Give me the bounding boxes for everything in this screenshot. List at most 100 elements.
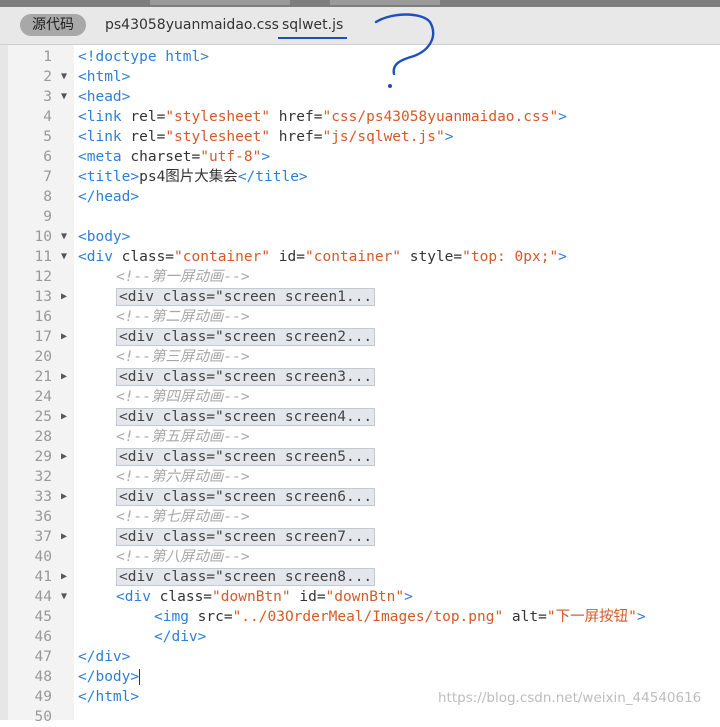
code-string: "top: 0px;" <box>462 249 559 265</box>
code-tag: <link <box>78 109 131 125</box>
fold-expanded-icon[interactable]: ▼ <box>58 227 70 247</box>
fold-collapsed-icon[interactable]: ▶ <box>58 527 70 547</box>
fold-collapsed-icon[interactable]: ▶ <box>58 487 70 507</box>
collapsed-block[interactable]: <div class="screen screen7... <box>116 528 376 546</box>
code-tag: <html> <box>78 69 131 85</box>
code-line: 5 <link rel="stylesheet" href="js/sqlwet.… <box>0 127 720 147</box>
code-content: <!--第五屏动画--> <box>116 427 250 447</box>
code-content: <link rel="stylesheet" href="css/ps43058… <box>78 107 567 127</box>
code-text: href= <box>270 109 323 125</box>
code-comment: <!--第二屏动画--> <box>116 309 250 325</box>
code-line: 46 </div> <box>0 627 720 647</box>
code-content: <!--第四屏动画--> <box>116 387 250 407</box>
fold-collapsed-icon[interactable]: ▶ <box>58 407 70 427</box>
collapsed-block[interactable]: <div class="screen screen4... <box>116 408 376 426</box>
code-content: <html> <box>78 67 130 87</box>
line-number: 2 <box>43 69 52 85</box>
code-editor[interactable]: 1 <!doctype html> 2 ▼ <html> 3 ▼ <head> 4 <link r… <box>0 45 720 725</box>
code-comment: <!--第七屏动画--> <box>116 509 250 525</box>
collapsed-block[interactable]: <div class="screen screen1... <box>116 288 376 306</box>
code-string: "js/sqlwet.js" <box>322 129 445 145</box>
line-number: 50 <box>34 709 52 725</box>
code-text: class= <box>121 249 175 265</box>
code-line: 17 ▶ <div class="screen screen2... <box>0 327 720 347</box>
fold-expanded-icon[interactable]: ▼ <box>58 67 70 87</box>
code-string: "container" <box>305 249 402 265</box>
collapsed-block[interactable]: <div class="screen screen5... <box>116 448 376 466</box>
code-tag: <div <box>78 249 122 265</box>
code-comment: <!--第一屏动画--> <box>116 269 250 285</box>
code-line: 7 <title>ps4图片大集会</title> <box>0 167 720 187</box>
code-content: <div class="screen screen3... <box>116 367 376 387</box>
code-line: 13 ▶ <div class="screen screen1... <box>0 287 720 307</box>
code-text: rel= <box>130 109 166 125</box>
line-number: 7 <box>43 169 52 185</box>
code-tag: </div> <box>78 649 131 665</box>
fold-collapsed-icon[interactable]: ▶ <box>58 327 70 347</box>
line-number: 36 <box>34 509 52 525</box>
line-number: 44 <box>34 589 52 605</box>
fold-collapsed-icon[interactable]: ▶ <box>58 367 70 387</box>
code-line: 11 ▼ <div class="container" id="container"… <box>0 247 720 267</box>
code-line: 25 ▶ <div class="screen screen4... <box>0 407 720 427</box>
code-line: 8 </head> <box>0 187 720 207</box>
code-line: 2 ▼ <html> <box>0 67 720 87</box>
line-number: 12 <box>34 269 52 285</box>
code-tag: <body> <box>78 229 131 245</box>
code-content: <!--第三屏动画--> <box>116 347 250 367</box>
code-line: 1 <!doctype html> <box>0 47 720 67</box>
line-number: 10 <box>34 229 52 245</box>
code-line: 40 <!--第八屏动画--> <box>0 547 720 567</box>
collapsed-block[interactable]: <div class="screen screen6... <box>116 488 376 506</box>
collapsed-block[interactable]: <div class="screen screen3... <box>116 368 376 386</box>
code-line: 20 <!--第三屏动画--> <box>0 347 720 367</box>
line-number: 5 <box>43 129 52 145</box>
code-line: 45 <img src="../03OrderMeal/Images/top.pn… <box>0 607 720 627</box>
code-content: <!--第二屏动画--> <box>116 307 250 327</box>
collapsed-block[interactable]: <div class="screen screen2... <box>116 328 376 346</box>
code-tag: > <box>404 589 413 605</box>
fold-collapsed-icon[interactable]: ▶ <box>58 287 70 307</box>
code-text: id= <box>270 249 305 265</box>
code-text: src= <box>197 609 233 625</box>
tab-css-file[interactable]: ps43058yuanmaidao.css <box>105 14 279 36</box>
code-line: 4 <link rel="stylesheet" href="css/ps4305… <box>0 107 720 127</box>
code-tag: <head> <box>78 89 131 105</box>
code-line: 28 <!--第五屏动画--> <box>0 427 720 447</box>
code-line: 24 <!--第四屏动画--> <box>0 387 720 407</box>
line-number: 32 <box>34 469 52 485</box>
code-text: charset= <box>130 149 201 165</box>
line-number: 4 <box>43 109 52 125</box>
code-string: "downBtn" <box>325 589 405 605</box>
line-number: 45 <box>34 609 52 625</box>
fold-expanded-icon[interactable]: ▼ <box>58 587 70 607</box>
fold-collapsed-icon[interactable]: ▶ <box>58 567 70 587</box>
collapsed-block[interactable]: <div class="screen screen8... <box>116 568 376 586</box>
code-content: <div class="container" id="container" st… <box>78 247 567 267</box>
title-strip <box>0 0 720 7</box>
code-line: 10 ▼ <body> <box>0 227 720 247</box>
code-content: <div class="screen screen1... <box>116 287 376 307</box>
handwritten-annotation <box>374 13 435 88</box>
tab-js-file[interactable]: sqlwet.js <box>277 14 348 39</box>
line-number: 47 <box>34 649 52 665</box>
title-strip-segment <box>330 0 440 5</box>
fold-expanded-icon[interactable]: ▼ <box>58 247 70 267</box>
tab-source-code[interactable]: 源代码 <box>20 14 86 36</box>
line-number: 17 <box>34 329 52 345</box>
code-content: <div class="screen screen8... <box>116 567 376 587</box>
code-text: alt= <box>503 609 547 625</box>
line-number: 48 <box>34 669 52 685</box>
code-content: <!--第七屏动画--> <box>116 507 250 527</box>
line-number: 41 <box>34 569 52 585</box>
code-tag: </div> <box>154 629 207 645</box>
code-string: "downBtn" <box>212 589 291 605</box>
line-number: 6 <box>43 149 52 165</box>
code-content: <body> <box>78 227 130 247</box>
line-number: 28 <box>34 429 52 445</box>
fold-collapsed-icon[interactable]: ▶ <box>58 447 70 467</box>
code-tag: > <box>558 249 567 265</box>
code-line: 41 ▶ <div class="screen screen8... <box>0 567 720 587</box>
fold-expanded-icon[interactable]: ▼ <box>58 87 70 107</box>
code-line: 44 ▼ <div class="downBtn" id="downBtn"> <box>0 587 720 607</box>
